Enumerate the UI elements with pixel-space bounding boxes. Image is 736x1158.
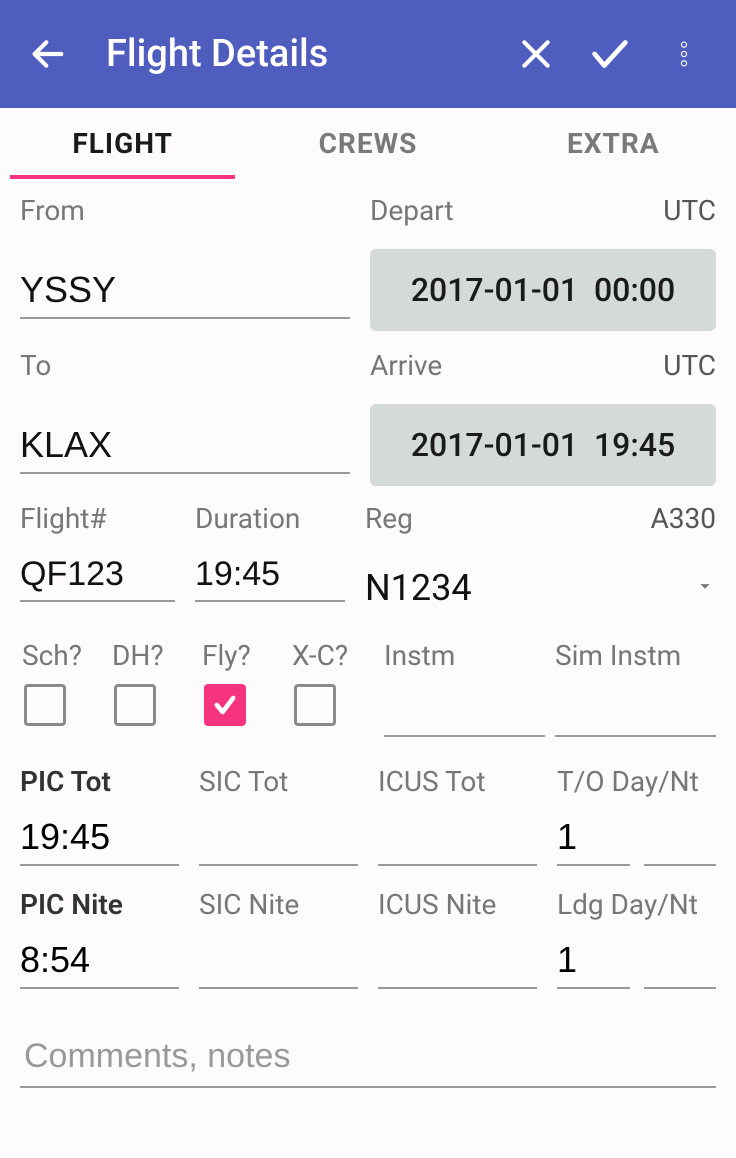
ldg-nt-input[interactable] — [644, 933, 717, 989]
icus-tot-label: ICUS Tot — [378, 765, 537, 798]
to-input[interactable] — [20, 416, 350, 474]
flightno-input[interactable] — [20, 547, 175, 602]
icus-nite-label: ICUS Nite — [378, 888, 537, 921]
pic-tot-input[interactable] — [20, 810, 179, 866]
reg-label: Reg — [365, 502, 413, 535]
sic-tot-input[interactable] — [199, 810, 358, 866]
tab-crews[interactable]: CREWS — [245, 109, 490, 178]
tab-extra[interactable]: EXTRA — [491, 109, 736, 178]
to-day-input[interactable] — [557, 810, 630, 866]
pic-tot-label: PIC Tot — [20, 765, 179, 798]
sim-instm-label: Sim Instm — [555, 639, 681, 672]
from-label: From — [20, 194, 350, 227]
reg-dropdown[interactable]: N1234 — [365, 559, 716, 617]
instm-input[interactable] — [384, 672, 545, 737]
back-button[interactable] — [24, 30, 72, 78]
fly-label: Fly? — [200, 639, 251, 672]
ldg-daynt-label: Ldg Day/Nt — [557, 888, 716, 921]
close-icon — [516, 34, 556, 74]
instm-label: Instm — [384, 639, 455, 672]
depart-datetime-button[interactable]: 2017-01-01 00:00 — [370, 249, 716, 331]
to-nt-input[interactable] — [644, 810, 717, 866]
depart-label: Depart — [370, 194, 454, 227]
depart-tz-label: UTC — [663, 194, 716, 227]
aircraft-type-label: A330 — [651, 502, 716, 535]
to-daynt-label: T/O Day/Nt — [557, 765, 716, 798]
icus-tot-input[interactable] — [378, 810, 537, 866]
from-input[interactable] — [20, 261, 350, 319]
xc-checkbox[interactable] — [294, 684, 336, 726]
dh-checkbox[interactable] — [114, 684, 156, 726]
arrive-datetime-button[interactable]: 2017-01-01 19:45 — [370, 404, 716, 486]
sic-nite-input[interactable] — [199, 933, 358, 989]
chevron-down-icon — [694, 575, 716, 601]
sch-checkbox[interactable] — [24, 684, 66, 726]
flightno-label: Flight# — [20, 502, 175, 535]
more-vert-icon — [670, 40, 698, 68]
to-label: To — [20, 349, 350, 382]
fly-checkbox[interactable] — [204, 684, 246, 726]
tab-flight[interactable]: FLIGHT — [0, 109, 245, 178]
sch-label: Sch? — [20, 639, 82, 672]
reg-value: N1234 — [365, 559, 472, 617]
dh-label: DH? — [110, 639, 164, 672]
xc-label: X-C? — [290, 639, 348, 672]
pic-nite-label: PIC Nite — [20, 888, 179, 921]
ldg-day-input[interactable] — [557, 933, 630, 989]
confirm-button[interactable] — [582, 26, 638, 82]
app-bar: Flight Details — [0, 0, 736, 108]
sim-instm-input[interactable] — [555, 672, 716, 737]
arrow-left-icon — [28, 34, 68, 74]
arrive-label: Arrive — [370, 349, 442, 382]
pic-nite-input[interactable] — [20, 933, 179, 989]
arrive-tz-label: UTC — [663, 349, 716, 382]
icus-nite-input[interactable] — [378, 933, 537, 989]
duration-label: Duration — [195, 502, 345, 535]
duration-input[interactable] — [195, 547, 345, 602]
tab-bar: FLIGHT CREWS EXTRA — [0, 108, 736, 180]
check-icon — [587, 31, 633, 77]
page-title: Flight Details — [106, 32, 508, 76]
more-button[interactable] — [656, 26, 712, 82]
comments-input[interactable] — [20, 1027, 716, 1088]
sic-nite-label: SIC Nite — [199, 888, 358, 921]
cancel-button[interactable] — [508, 26, 564, 82]
sic-tot-label: SIC Tot — [199, 765, 358, 798]
